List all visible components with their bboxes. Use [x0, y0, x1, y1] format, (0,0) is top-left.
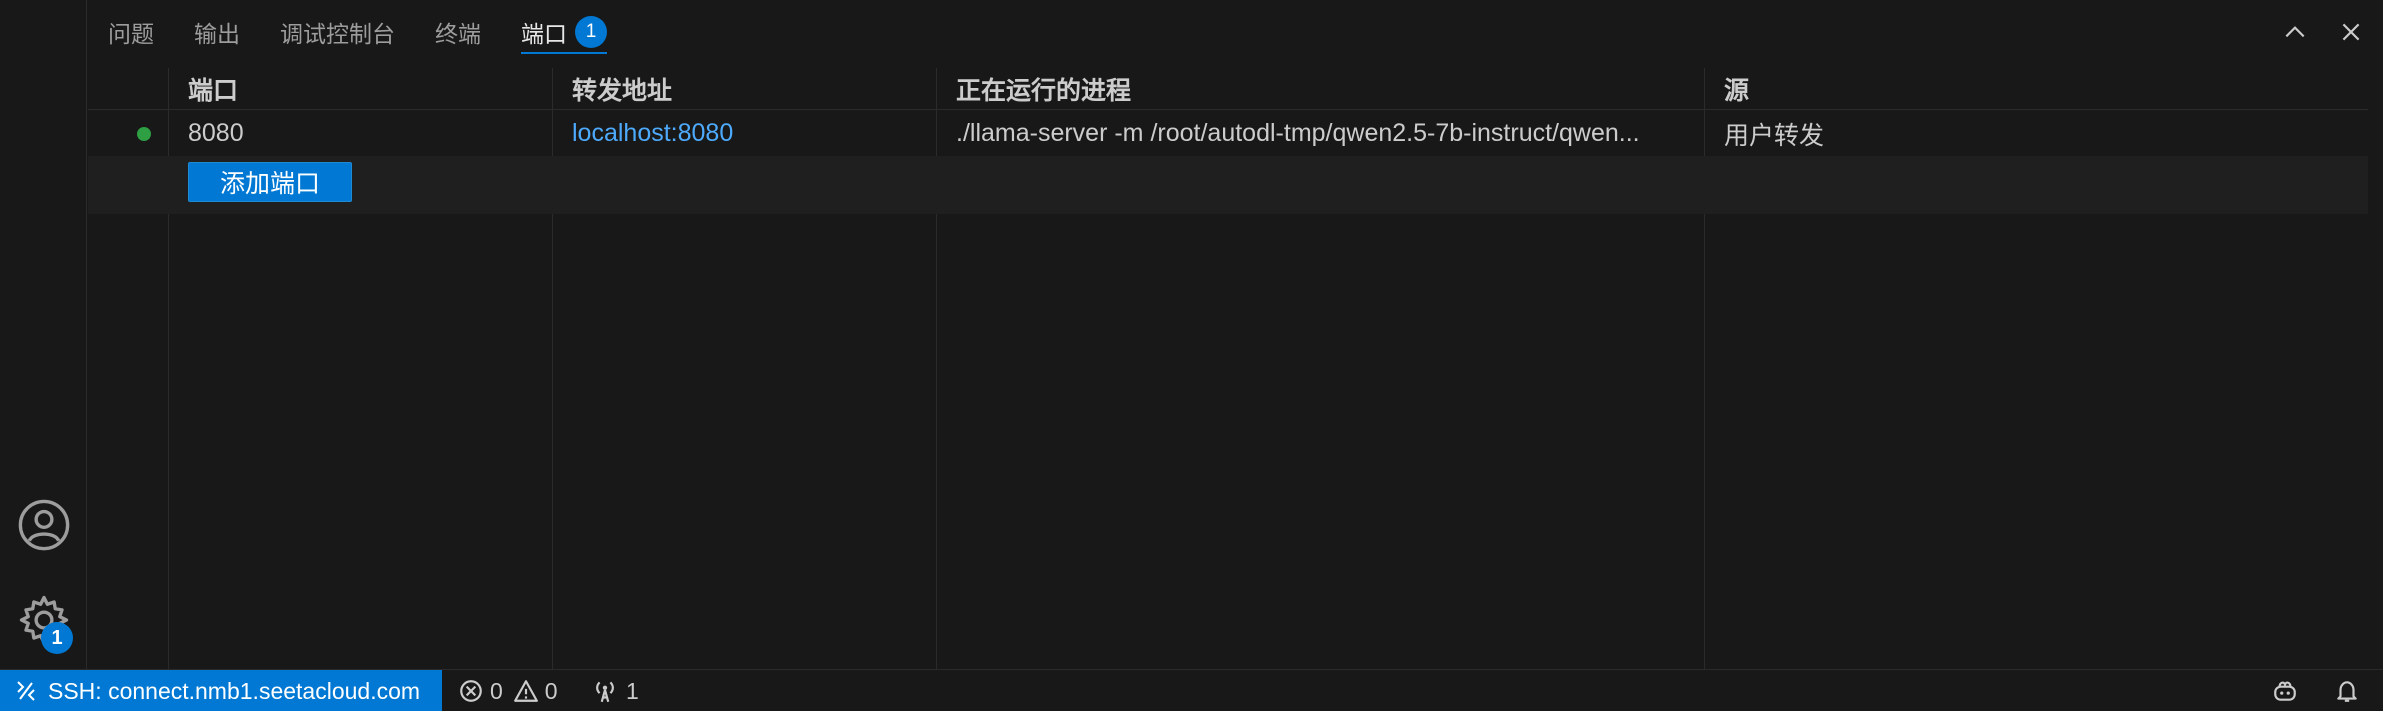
bell-icon	[2337, 681, 2357, 702]
notifications-status[interactable]	[2334, 670, 2360, 711]
manage-button[interactable]: 1	[0, 580, 87, 660]
tab-label: 问题	[108, 21, 154, 47]
tab-terminal[interactable]: 终端	[415, 0, 501, 64]
tab-problems[interactable]: 问题	[88, 0, 174, 64]
process-cell: ./llama-server -m /root/autodl-tmp/qwen2…	[956, 119, 1640, 147]
tab-debug-console[interactable]: 调试控制台	[260, 0, 415, 64]
tab-output[interactable]: 输出	[174, 0, 260, 64]
column-header-port[interactable]: 端口	[188, 68, 238, 110]
tab-label: 端口	[521, 21, 567, 47]
accounts-button[interactable]	[0, 485, 87, 565]
account-icon	[18, 499, 69, 551]
problems-status[interactable]: 0 0	[458, 670, 558, 711]
ports-count-badge: 1	[575, 16, 607, 48]
panel-tabs: 问题 输出 调试控制台 终端 端口 1	[88, 0, 627, 64]
column-header-process[interactable]: 正在运行的进程	[956, 68, 1131, 110]
activity-bar: 1	[0, 0, 87, 669]
chevron-up-icon	[2285, 26, 2305, 38]
ports-count: 1	[626, 677, 639, 704]
tab-label: 调试控制台	[280, 21, 395, 47]
remote-label: SSH: connect.nmb1.seetacloud.com	[48, 677, 421, 704]
forwarded-ports-status[interactable]: 1	[592, 670, 639, 711]
tab-ports[interactable]: 端口 1	[501, 0, 627, 64]
add-port-button[interactable]: 添加端口	[188, 162, 352, 202]
settings-badge: 1	[41, 622, 73, 654]
copilot-icon	[2274, 681, 2296, 701]
panel-actions	[2277, 14, 2369, 50]
port-status-icon	[137, 127, 151, 141]
ports-table: 端口 转发地址 正在运行的进程 源 8080 localhost:8080 ./…	[88, 68, 2368, 669]
table-header: 端口 转发地址 正在运行的进程 源	[88, 68, 2368, 110]
bottom-panel: 问题 输出 调试控制台 终端 端口 1 端口 转发地址 正在运行的进程 源 80…	[88, 0, 2383, 669]
status-bar: SSH: connect.nmb1.seetacloud.com 0 0 1	[0, 669, 2383, 711]
column-header-origin[interactable]: 源	[1724, 68, 1749, 110]
port-cell: 8080	[188, 119, 244, 147]
maximize-panel-button[interactable]	[2277, 14, 2313, 50]
forwarded-address-link[interactable]: localhost:8080	[572, 111, 733, 156]
vscode-window: 1 问题 输出 调试控制台 终端 端口 1 端口 转发地址 正在运行的进程 源 …	[0, 0, 2383, 711]
warning-count: 0	[544, 677, 558, 704]
add-port-row: 添加端口	[88, 156, 2368, 214]
origin-cell: 用户转发	[1724, 121, 1825, 150]
close-panel-button[interactable]	[2333, 14, 2369, 50]
remote-icon	[17, 681, 35, 701]
copilot-status[interactable]	[2272, 670, 2298, 711]
error-count: 0	[490, 677, 503, 704]
broadcast-icon	[596, 681, 614, 703]
tab-label: 终端	[435, 21, 481, 47]
error-icon	[460, 680, 482, 702]
tab-label: 输出	[194, 21, 240, 47]
remote-indicator[interactable]: SSH: connect.nmb1.seetacloud.com	[0, 670, 442, 711]
table-row[interactable]: 8080 localhost:8080 ./llama-server -m /r…	[88, 111, 2368, 156]
column-header-address[interactable]: 转发地址	[572, 68, 672, 110]
warning-icon	[513, 680, 538, 702]
close-icon	[2342, 23, 2360, 41]
